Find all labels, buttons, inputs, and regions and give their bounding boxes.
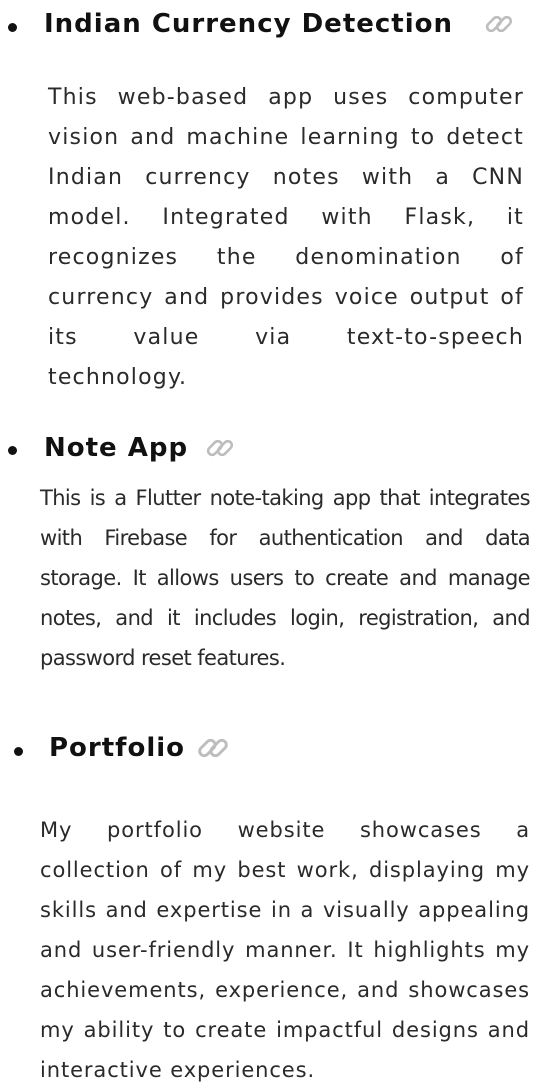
project-title: Note App (44, 433, 189, 463)
project-description: This is a Flutter note-taking app that i… (40, 486, 531, 670)
project-title: Indian Currency Detection (44, 9, 454, 39)
bullet-icon (8, 23, 17, 32)
bullet-icon (8, 446, 17, 455)
bullet-icon (14, 747, 23, 756)
project-description: My portfolio website showcases a collect… (40, 818, 530, 1082)
link-icon[interactable] (483, 8, 515, 40)
projects-page: { "projects": [ { "title": "Indian Curre… (0, 0, 547, 1082)
link-icon[interactable] (195, 730, 231, 766)
project-description: This web-based app uses computer vision … (48, 85, 524, 390)
project-title: Portfolio (49, 733, 186, 763)
link-icon[interactable] (204, 432, 236, 464)
